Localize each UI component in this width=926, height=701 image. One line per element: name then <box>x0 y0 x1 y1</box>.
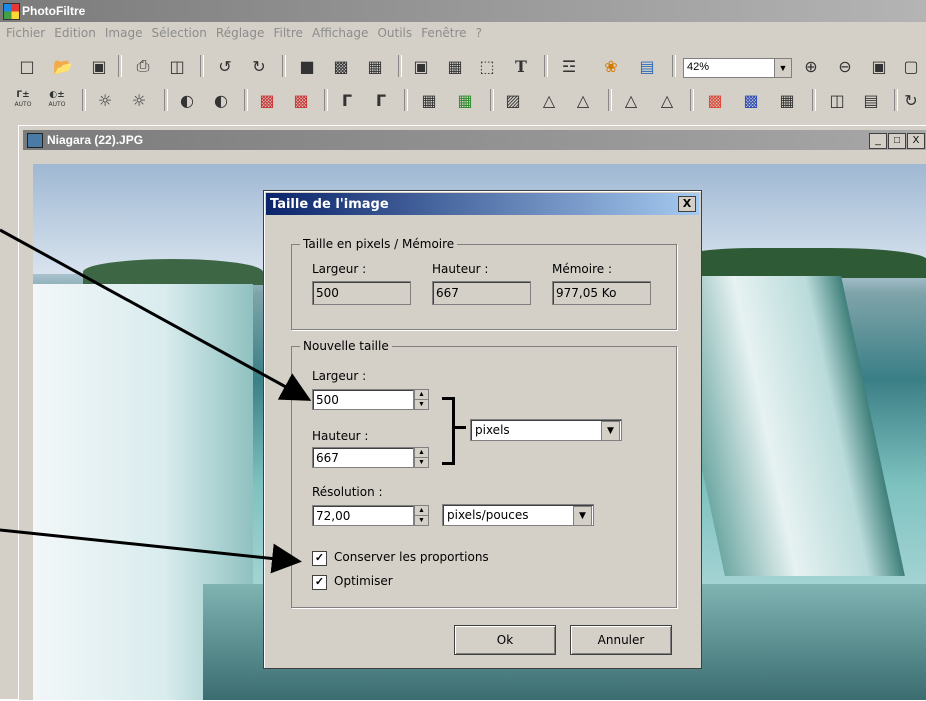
photofiltre-window: PhotoFiltre Fichier Edition Image Sélect… <box>0 0 926 701</box>
annotation-arrow-proportions <box>0 528 302 574</box>
annotation-arrows <box>0 228 312 574</box>
annotation-arrow-width-field <box>0 228 312 401</box>
